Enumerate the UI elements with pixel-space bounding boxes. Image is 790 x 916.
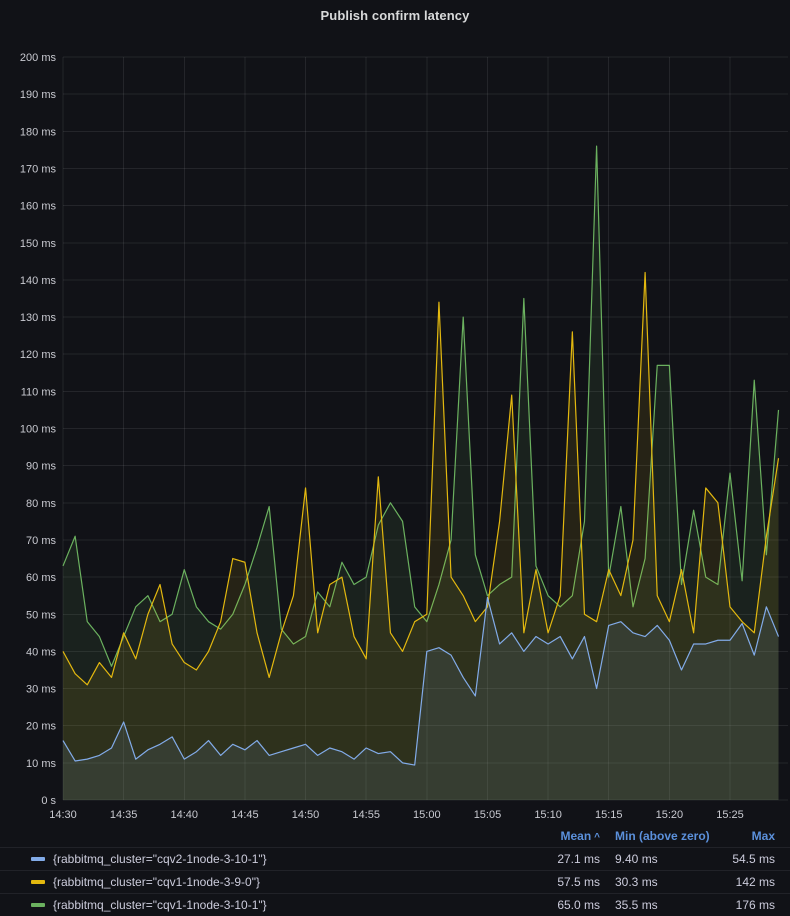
legend-header-min[interactable]: Min (above zero) (615, 829, 715, 843)
series-color-swatch (31, 880, 45, 884)
sort-asc-icon: ^ (594, 832, 600, 843)
series-color-swatch (31, 857, 45, 861)
y-tick-label: 30 ms (26, 684, 56, 696)
series-label[interactable]: {rabbitmq_cluster="cqv1-1node-3-9-0"} (53, 875, 260, 889)
x-tick-label: 14:50 (292, 809, 320, 821)
series-max-value: 54.5 ms (715, 852, 775, 866)
mean-header-label: Mean (560, 829, 591, 843)
series-color-swatch (31, 903, 45, 907)
legend-table: Mean^ Min (above zero) Max {rabbitmq_clu… (0, 824, 790, 916)
legend-header-row: Mean^ Min (above zero) Max (0, 824, 790, 847)
grafana-panel: Publish confirm latency 0 s10 ms20 ms30 … (0, 0, 790, 916)
x-tick-label: 14:55 (352, 809, 380, 821)
series-min-value: 35.5 ms (615, 898, 715, 912)
series-label[interactable]: {rabbitmq_cluster="cqv2-1node-3-10-1"} (53, 852, 267, 866)
series-mean-value: 65.0 ms (520, 898, 600, 912)
y-tick-label: 110 ms (21, 386, 57, 398)
legend-row: {rabbitmq_cluster="cqv2-1node-3-10-1"} 2… (0, 847, 790, 870)
x-tick-label: 14:35 (110, 809, 138, 821)
series-label[interactable]: {rabbitmq_cluster="cqv1-1node-3-10-1"} (53, 898, 267, 912)
x-tick-label: 14:45 (231, 809, 259, 821)
series-mean-value: 57.5 ms (520, 875, 600, 889)
y-tick-label: 100 ms (20, 424, 57, 436)
latency-time-series-chart[interactable]: 0 s 10 ms 20 ms 30 ms 40 ms 50 ms 60 ms 70 ms 80… (0, 0, 790, 824)
x-tick-label: 15:25 (716, 809, 744, 821)
legend-header-max[interactable]: Max (715, 829, 775, 843)
x-tick-label: 15:05 (474, 809, 502, 821)
x-tick-label: 14:40 (171, 809, 199, 821)
legend-header-mean[interactable]: Mean^ (520, 829, 600, 843)
y-tick-label: 200 ms (20, 52, 57, 64)
series-min-value: 30.3 ms (615, 875, 715, 889)
y-tick-label: 10 ms (26, 758, 56, 770)
y-tick-label: 60 ms (26, 572, 56, 584)
y-tick-label: 190 ms (20, 89, 57, 101)
x-tick-label: 15:10 (534, 809, 562, 821)
y-tick-label: 180 ms (20, 126, 57, 138)
y-tick-label: 120 ms (20, 349, 57, 361)
y-tick-label: 0 s (41, 795, 56, 807)
series-min-value: 9.40 ms (615, 852, 715, 866)
y-tick-label: 40 ms (26, 646, 56, 658)
y-tick-label: 160 ms (20, 201, 57, 213)
y-tick-label: 50 ms (26, 609, 56, 621)
y-tick-label: 20 ms (26, 721, 56, 733)
y-tick-label: 140 ms (20, 275, 57, 287)
y-tick-label: 80 ms (26, 498, 56, 510)
y-tick-label: 90 ms (26, 461, 56, 473)
x-tick-label: 15:20 (656, 809, 684, 821)
x-tick-label: 14:30 (49, 809, 77, 821)
y-tick-label: 70 ms (26, 535, 56, 547)
x-tick-label: 15:00 (413, 809, 441, 821)
legend-row: {rabbitmq_cluster="cqv1-1node-3-10-1"} 6… (0, 893, 790, 916)
y-tick-label: 130 ms (20, 312, 57, 324)
x-tick-label: 15:15 (595, 809, 623, 821)
y-tick-label: 150 ms (20, 238, 57, 250)
series-max-value: 142 ms (715, 875, 775, 889)
series-max-value: 176 ms (715, 898, 775, 912)
y-tick-label: 170 ms (20, 163, 57, 175)
legend-row: {rabbitmq_cluster="cqv1-1node-3-9-0"} 57… (0, 870, 790, 893)
series-mean-value: 27.1 ms (520, 852, 600, 866)
